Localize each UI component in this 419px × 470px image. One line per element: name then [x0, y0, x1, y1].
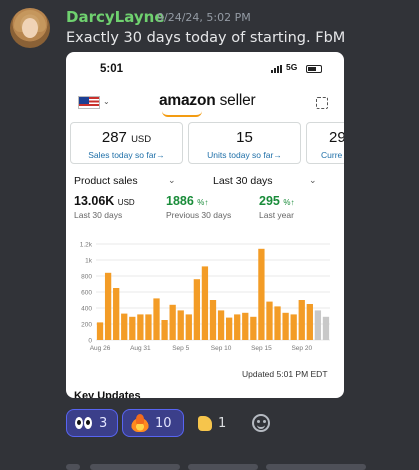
x-tick-label: Sep 20: [291, 345, 312, 352]
battery-icon: [306, 65, 322, 73]
network-label: 5G: [286, 62, 298, 72]
card-value: 15: [236, 129, 253, 146]
x-tick-label: Aug 31: [130, 345, 151, 352]
y-tick-label: 600: [81, 290, 92, 297]
y-tick-label: 200: [81, 322, 92, 329]
chart-bar: [250, 316, 257, 340]
chart-bar: [185, 314, 192, 340]
amazon-smile-icon: [162, 111, 202, 117]
chart-bar: [129, 316, 136, 340]
reaction-thumbs-up[interactable]: 1: [190, 409, 240, 437]
message-text: Exactly 30 days today of starting. FbM: [66, 30, 346, 46]
chart-bar: [177, 310, 184, 340]
chart-bar: [290, 314, 297, 340]
y-tick-label: 1k: [85, 258, 93, 265]
chart-bar: [234, 314, 241, 340]
card-value: 287 USD: [101, 129, 152, 146]
reaction-eyes[interactable]: 3: [66, 409, 118, 437]
scan-icon[interactable]: [316, 97, 328, 109]
chart-bar: [201, 266, 209, 340]
next-message-preview: [66, 460, 406, 470]
fire-icon: [131, 414, 149, 432]
chart-bar: [306, 304, 313, 340]
smile-icon: [252, 414, 270, 432]
updated-time: Updated 5:01 PM EDT: [242, 369, 328, 379]
x-tick-label: Sep 5: [172, 345, 189, 352]
chevron-down-icon[interactable]: ⌄: [309, 175, 317, 186]
chart-bar: [137, 314, 144, 340]
seller-app-header: ⌄ amazon seller: [66, 86, 344, 117]
username[interactable]: DarcyLayne: [66, 8, 165, 26]
metric-last-year: 295 %↑ Last year: [259, 194, 295, 220]
chart-bar: [274, 306, 281, 340]
chart-bar: [282, 312, 289, 340]
chart-bar: [113, 288, 120, 340]
card-label[interactable]: Units today so far→: [189, 150, 300, 160]
y-tick-label: 1.2k: [80, 242, 93, 249]
metric-dropdown[interactable]: Product sales: [74, 175, 138, 187]
chart-bar: [121, 313, 128, 340]
chart-bar: [209, 300, 217, 340]
chart-bar: [104, 272, 112, 340]
status-time: 5:01: [100, 63, 124, 75]
chart-bar: [169, 304, 176, 340]
current-card[interactable]: 29 Curre: [306, 122, 344, 164]
card-value: 29: [329, 129, 344, 146]
x-tick-label: Sep 10: [211, 345, 232, 352]
units-today-card[interactable]: 15 Units today so far→: [188, 122, 301, 164]
sales-today-card[interactable]: 287 USD Sales today so far→: [70, 122, 183, 164]
x-tick-label: Aug 26: [90, 345, 111, 352]
us-flag-icon[interactable]: [78, 96, 100, 109]
thumbs-up-icon: [198, 415, 212, 431]
key-updates-heading: Key Updates: [74, 390, 141, 398]
eyes-icon: [75, 414, 93, 432]
chart-bar: [153, 298, 160, 340]
timestamp: 9/24/24, 5:02 PM: [157, 11, 251, 24]
chevron-down-icon[interactable]: ⌄: [168, 175, 176, 186]
chart-bar: [161, 320, 168, 340]
chart-bar: [314, 310, 322, 340]
sales-bar-chart: 0 200 400 600 800 1k 1.2k Aug 26 Aug 31 Sep 5 Sep …: [80, 242, 330, 352]
metrics-row: 13.06K USD Last 30 days 1886 %↑ Previous…: [66, 194, 344, 228]
signal-icon: [271, 65, 285, 73]
reaction-count: 1: [218, 415, 227, 431]
add-reaction-button[interactable]: [244, 409, 278, 437]
reaction-fire[interactable]: 10: [122, 409, 184, 437]
metric-current: 13.06K USD Last 30 days: [74, 194, 135, 220]
y-tick-label: 0: [88, 338, 92, 345]
y-tick-label: 800: [81, 274, 92, 281]
avatar[interactable]: [10, 8, 50, 48]
y-tick-label: 400: [81, 306, 92, 313]
chevron-down-icon[interactable]: ⌄: [103, 97, 110, 106]
card-label[interactable]: Curre: [321, 150, 344, 160]
chat-message: DarcyLayne 9/24/24, 5:02 PM Exactly 30 d…: [0, 0, 419, 470]
attached-screenshot[interactable]: 5:01 5G ⌄ amazon seller 287 USD Sales to…: [66, 52, 344, 398]
reaction-count: 10: [155, 415, 172, 431]
metric-previous: 1886 %↑ Previous 30 days: [166, 194, 232, 220]
x-tick-label: Sep 15: [251, 345, 272, 352]
chart-bar: [298, 300, 305, 340]
chart-bar: [242, 312, 249, 340]
chart-bar: [193, 279, 201, 340]
chart-bar: [322, 316, 330, 340]
reaction-count: 3: [99, 415, 108, 431]
chart-bar: [145, 314, 152, 340]
chart-bar: [96, 322, 104, 340]
brand-secondary: seller: [219, 92, 256, 109]
phone-status-bar: 5:01 5G: [66, 52, 344, 86]
range-dropdown[interactable]: Last 30 days: [213, 175, 273, 187]
chart-bar: [225, 317, 233, 340]
brand-primary: amazon: [159, 92, 216, 109]
chart-bar: [258, 248, 265, 340]
chart-bar: [266, 301, 273, 340]
chart-bar: [217, 310, 225, 340]
amazon-seller-logo: amazon seller: [159, 92, 256, 117]
chart-selectors: Product sales ⌄ Last 30 days ⌄: [66, 172, 344, 192]
card-label[interactable]: Sales today so far→: [71, 150, 182, 160]
